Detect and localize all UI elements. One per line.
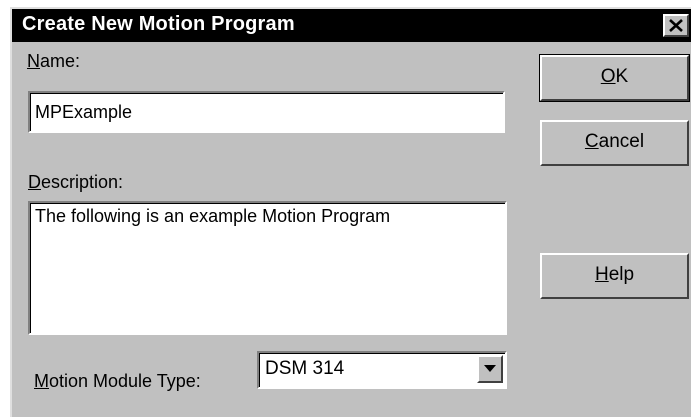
title-bar[interactable]: Create New Motion Program xyxy=(12,9,691,42)
module-type-select[interactable]: DSM 314 xyxy=(257,351,507,389)
module-type-value: DSM 314 xyxy=(265,358,345,379)
module-type-label: Motion Module Type: xyxy=(34,371,201,391)
help-button[interactable]: Help xyxy=(540,253,689,299)
ok-button[interactable]: OK xyxy=(539,54,690,102)
close-icon xyxy=(669,19,683,32)
dialog-title: Create New Motion Program xyxy=(22,13,295,35)
cancel-button[interactable]: Cancel xyxy=(540,120,689,166)
close-button[interactable] xyxy=(663,14,689,37)
description-label: Description: xyxy=(28,172,124,192)
create-motion-program-dialog: Create New Motion Program Name: Descript… xyxy=(10,7,691,417)
dropdown-button[interactable] xyxy=(477,355,503,383)
name-input[interactable] xyxy=(28,91,505,133)
description-textarea[interactable]: The following is an example Motion Progr… xyxy=(28,201,507,335)
name-label: Name: xyxy=(27,51,81,71)
chevron-down-icon xyxy=(484,365,496,372)
